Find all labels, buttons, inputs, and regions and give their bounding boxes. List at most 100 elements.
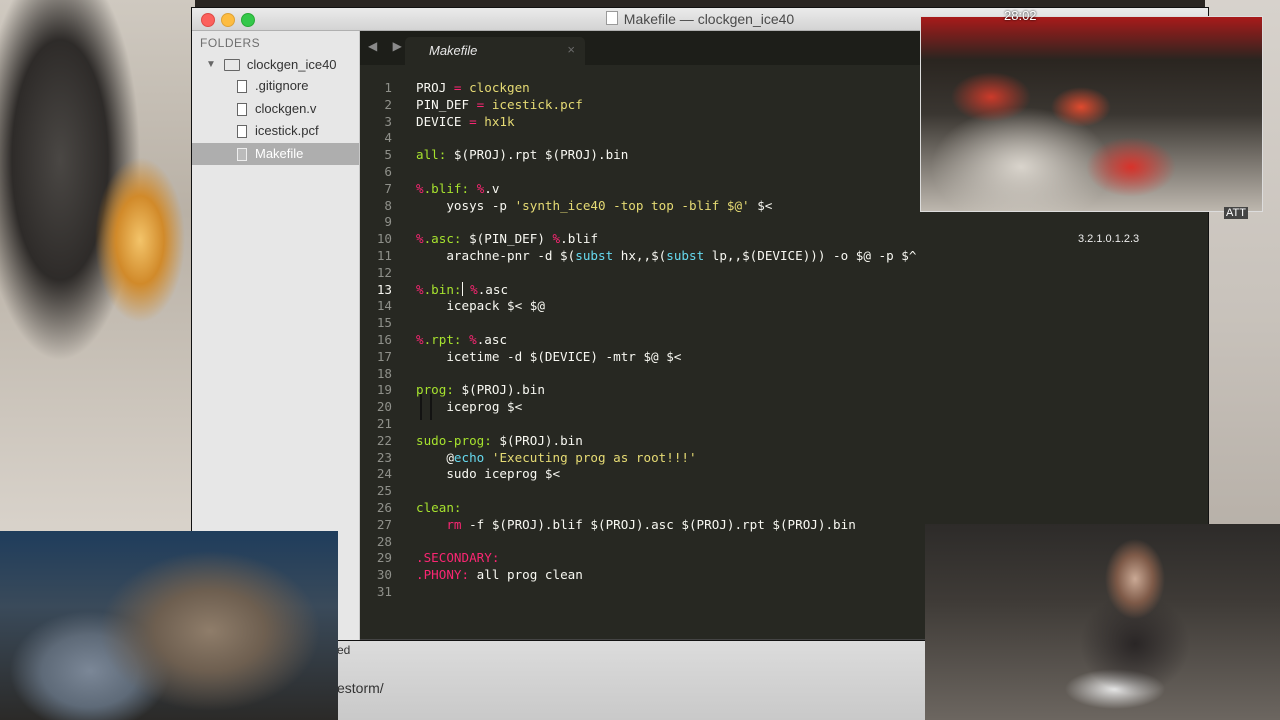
line-number: 20	[376, 399, 392, 415]
webcam-overlay-bench	[920, 16, 1263, 212]
line-number: 2	[384, 96, 392, 112]
document-icon	[605, 11, 618, 25]
code-line[interactable]: 22 sudo-prog: $(PROJ).bin	[360, 433, 1208, 450]
line-number: 26	[376, 500, 392, 515]
line-number: 10	[376, 231, 392, 247]
file-name: icestick.pcf	[255, 123, 319, 138]
file-icon	[237, 103, 247, 116]
line-number: 1	[384, 80, 392, 95]
line-number: 12	[376, 264, 392, 280]
line-number: 24	[376, 466, 392, 482]
terminal-window-behind	[335, 640, 935, 720]
code-text: all: $(PROJ).rpt $(PROJ).bin	[416, 147, 629, 163]
code-text: sudo iceprog $<	[416, 466, 561, 482]
code-line[interactable]: 17 icetime -d $(DEVICE) -mtr $@ $<	[360, 349, 1208, 366]
code-text: %.rpt: %.asc	[416, 332, 508, 347]
stream-timer: 28:02	[1004, 8, 1037, 23]
line-number: 3	[384, 113, 392, 129]
line-number: 13	[376, 281, 392, 297]
line-number: 21	[376, 416, 392, 431]
tab-label: Makefile	[429, 43, 478, 58]
code-text: %.asc: $(PIN_DEF) %.blif	[416, 231, 599, 247]
line-number: 18	[376, 365, 392, 381]
line-number: 16	[376, 332, 392, 347]
line-number: 9	[384, 214, 392, 230]
code-text: %.blif: %.v	[416, 180, 500, 196]
window-title: Makefile — clockgen_ice40	[623, 11, 795, 27]
file-item-gitignore[interactable]: .gitignore	[192, 75, 359, 97]
line-number: 5	[384, 147, 392, 163]
disclosure-triangle-icon[interactable]: ▼	[206, 59, 216, 70]
file-item-icestick-pcf[interactable]: icestick.pcf	[192, 120, 359, 142]
webcam-overlay-cat	[0, 531, 338, 720]
line-number: 25	[376, 483, 392, 499]
code-text: rm -f $(PROJ).blif $(PROJ).asc $(PROJ).r…	[446, 516, 856, 532]
line-number: 23	[376, 449, 392, 465]
line-number: 4	[384, 130, 392, 146]
code-line[interactable]: 23 @echo 'Executing prog as root!!!'	[360, 450, 1208, 467]
code-text: icetime -d $(DEVICE) -mtr $@ $<	[416, 348, 682, 364]
code-line[interactable]: 25	[360, 483, 1208, 500]
code-line[interactable]: 19 prog: $(PROJ).bin	[360, 382, 1208, 399]
code-text: arachne-pnr -d $(subst hx,,$(subst lp,,$…	[416, 248, 917, 263]
code-line[interactable]: 18	[360, 366, 1208, 383]
code-line[interactable]: 14 icepack $< $@	[360, 298, 1208, 315]
folder-icon	[223, 58, 240, 71]
file-name: .gitignore	[255, 78, 309, 93]
terminal-partial-text: estorm/	[337, 680, 384, 696]
file-icon	[237, 80, 247, 93]
line-number: 6	[384, 164, 392, 179]
folder-clockgen-ice40[interactable]: ▼ clockgen_ice40	[206, 57, 337, 72]
line-number: 29	[376, 550, 392, 566]
file-item-makefile[interactable]: Makefile	[192, 143, 359, 165]
code-line[interactable]: 24 sudo iceprog $<	[360, 466, 1208, 483]
code-text: .PHONY: all prog clean	[416, 567, 583, 583]
code-line[interactable]: 21	[360, 416, 1208, 433]
code-text: prog: $(PROJ).bin	[416, 382, 545, 398]
att-label: ATT	[1224, 207, 1248, 219]
code-line[interactable]: 13 %.bin: %.asc	[360, 281, 1208, 299]
webcam-overlay-presenter	[925, 524, 1280, 720]
line-number: 31	[376, 584, 392, 599]
code-text: yosys -p 'synth_ice40 -top top -blif $@'…	[416, 197, 773, 213]
code-line[interactable]: 26 clean:	[360, 500, 1208, 517]
line-number: 11	[376, 248, 392, 263]
code-text: PIN_DEF = icestick.pcf	[416, 96, 583, 112]
tab-makefile[interactable]: Makefile ×	[405, 37, 585, 65]
line-number: 17	[376, 348, 392, 364]
file-icon	[237, 125, 247, 138]
desktop-background-left	[0, 0, 195, 535]
code-line[interactable]: 16 %.rpt: %.asc	[360, 332, 1208, 349]
code-text: .SECONDARY:	[416, 550, 500, 566]
code-text: sudo-prog: $(PROJ).bin	[416, 432, 583, 448]
line-number: 22	[376, 432, 392, 448]
file-name: Makefile	[255, 146, 304, 161]
sequence-readout: 3.2.1.0.1.2.3	[1078, 233, 1140, 245]
line-number: 14	[376, 298, 392, 314]
folders-header: FOLDERS	[200, 36, 261, 50]
line-number: 7	[384, 180, 392, 196]
file-icon	[237, 148, 247, 161]
line-number: 19	[376, 382, 392, 398]
tab-close-icon[interactable]: ×	[567, 42, 575, 57]
code-text: DEVICE = hx1k	[416, 113, 515, 129]
code-line[interactable]: 9	[360, 214, 1208, 231]
status-partial-text: ed	[337, 643, 351, 657]
file-item-clockgen-v[interactable]: clockgen.v	[192, 98, 359, 120]
line-number: 30	[376, 567, 392, 583]
code-line[interactable]: 20 iceprog $<	[360, 399, 1208, 416]
line-number: 27	[376, 516, 392, 532]
code-text: %.bin: %.asc	[416, 281, 509, 297]
code-line[interactable]: 11 arachne-pnr -d $(subst hx,,$(subst lp…	[360, 248, 1208, 265]
code-line[interactable]: 15	[360, 315, 1208, 332]
code-text: PROJ = clockgen	[416, 80, 530, 95]
code-text: @echo 'Executing prog as root!!!'	[416, 449, 697, 465]
code-text: icepack $< $@	[416, 298, 545, 314]
line-number: 15	[376, 315, 392, 331]
folder-name: clockgen_ice40	[246, 57, 337, 72]
code-text: clean:	[416, 500, 462, 515]
code-line[interactable]: 12	[360, 265, 1208, 282]
tab-nav-arrows-icon[interactable]: ◀ ▶	[368, 39, 408, 53]
file-name: clockgen.v	[255, 101, 317, 116]
line-number: 8	[384, 197, 392, 213]
